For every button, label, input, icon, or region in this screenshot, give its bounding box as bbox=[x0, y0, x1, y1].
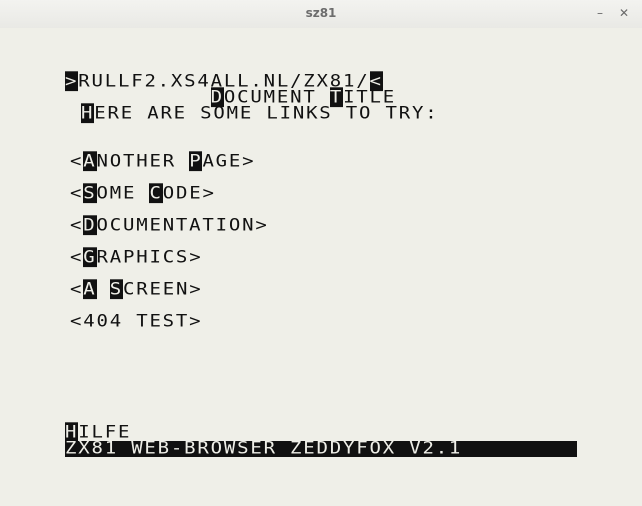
page-title: DOCUMENT TITLE bbox=[210, 87, 397, 108]
app-window: sz81 – ✕ >RULLF2.XS4ALL.NL/ZX81/< DOCUME… bbox=[0, 0, 642, 506]
window-title: sz81 bbox=[305, 6, 337, 20]
link-another-page[interactable]: <ANOTHER PAGE> bbox=[70, 151, 255, 172]
title-bar[interactable]: sz81 – ✕ bbox=[0, 0, 642, 29]
link-404-test[interactable]: <404 TEST> bbox=[70, 313, 202, 330]
close-button[interactable]: ✕ bbox=[616, 5, 632, 21]
status-text: ZX81 WEB-BROWSER ZEDDYFOX V2.1 bbox=[65, 438, 463, 459]
status-bar: ZX81 WEB-BROWSER ZEDDYFOX V2.1 bbox=[65, 438, 577, 459]
link-some-code[interactable]: <SOME CODE> bbox=[70, 183, 216, 204]
help-label[interactable]: HILFE bbox=[65, 422, 131, 443]
link-graphics[interactable]: <GRAPHICS> bbox=[70, 247, 202, 268]
link-documentation[interactable]: <DOCUMENTATION> bbox=[70, 215, 269, 236]
zx81-screen[interactable]: >RULLF2.XS4ALL.NL/ZX81/< DOCUMENT TITLE … bbox=[0, 28, 642, 506]
url-line: >RULLF2.XS4ALL.NL/ZX81/< bbox=[65, 71, 383, 92]
intro-text: HERE ARE SOME LINKS TO TRY: bbox=[81, 103, 439, 124]
minimize-button[interactable]: – bbox=[592, 5, 608, 21]
link-a-screen[interactable]: <A SCREEN> bbox=[70, 279, 202, 300]
